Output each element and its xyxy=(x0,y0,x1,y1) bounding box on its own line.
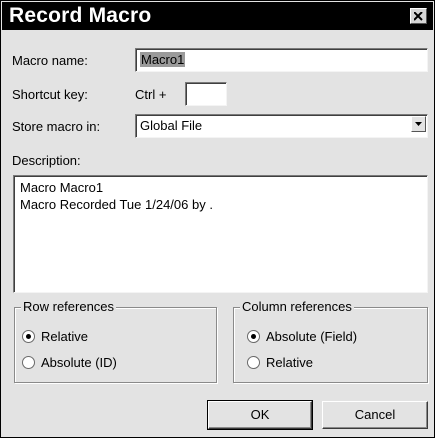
dialog-title: Record Macro xyxy=(9,4,152,27)
description-textarea[interactable]: Macro Macro1 Macro Recorded Tue 1/24/06 … xyxy=(13,175,428,293)
row-absolute-label[interactable]: Absolute (ID) xyxy=(41,355,117,371)
title-bar[interactable]: Record Macro xyxy=(2,2,433,30)
macro-name-field[interactable]: Macro1 xyxy=(135,48,428,72)
record-macro-dialog: Record Macro Macro name: Macro1 Shortcut… xyxy=(0,0,435,438)
row-references-group: Row references xyxy=(14,299,217,383)
cancel-button[interactable]: Cancel xyxy=(322,401,428,429)
shortcut-modifier: Ctrl + xyxy=(135,87,167,102)
description-line-1: Macro Macro1 xyxy=(20,180,104,195)
ok-button[interactable]: OK xyxy=(207,400,313,430)
column-relative-radio[interactable] xyxy=(247,356,260,369)
row-relative-radio[interactable] xyxy=(22,330,35,343)
row-absolute-radio[interactable] xyxy=(22,356,35,369)
store-macro-select[interactable]: Global File xyxy=(135,114,428,138)
store-macro-label: Store macro in: xyxy=(12,119,101,134)
description-line-2: Macro Recorded Tue 1/24/06 by . xyxy=(20,197,213,212)
column-relative-label[interactable]: Relative xyxy=(266,355,313,371)
column-references-legend: Column references xyxy=(240,299,354,315)
close-icon xyxy=(414,12,423,21)
column-references-group: Column references xyxy=(233,299,428,383)
description-label: Description: xyxy=(12,153,81,168)
store-macro-value: Global File xyxy=(140,118,203,133)
chevron-down-icon xyxy=(415,122,422,126)
row-references-legend: Row references xyxy=(21,299,117,315)
shortcut-key-field[interactable] xyxy=(185,82,227,106)
macro-name-label: Macro name: xyxy=(12,53,88,68)
macro-name-value: Macro1 xyxy=(140,52,186,67)
row-relative-label[interactable]: Relative xyxy=(41,329,88,345)
shortcut-key-label: Shortcut key: xyxy=(12,87,88,102)
store-dropdown-button[interactable] xyxy=(411,116,426,132)
column-absolute-label[interactable]: Absolute (Field) xyxy=(266,329,357,345)
column-absolute-radio[interactable] xyxy=(247,330,260,343)
close-button[interactable] xyxy=(410,8,427,24)
